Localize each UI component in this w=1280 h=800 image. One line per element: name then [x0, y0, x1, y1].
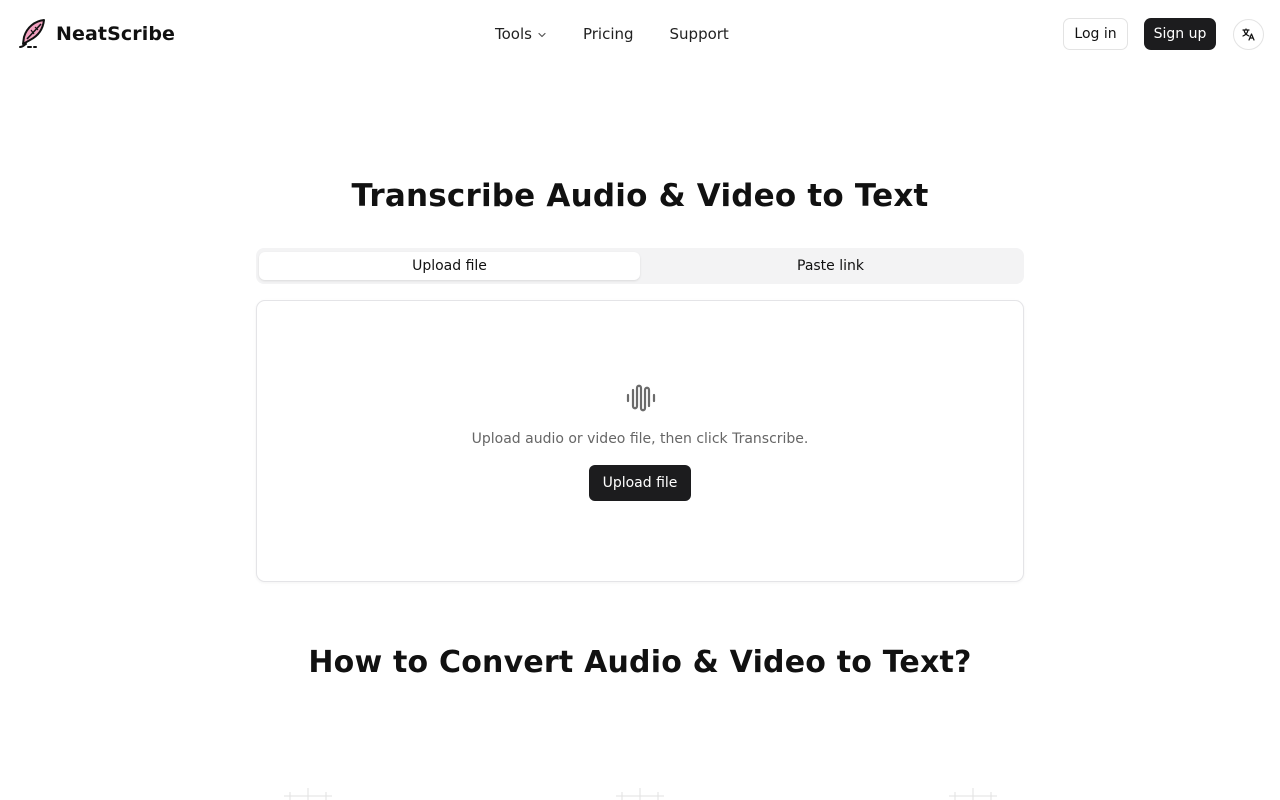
login-button[interactable]: Log in — [1063, 18, 1128, 50]
nav-item-label: Pricing — [582, 25, 634, 43]
upload-file-button[interactable]: Upload file — [589, 465, 691, 501]
nav-item-support[interactable]: Support — [670, 25, 729, 43]
main-nav: Tools Pricing Support — [495, 0, 729, 68]
hero-title: Transcribe Audio & Video to Text — [351, 178, 929, 214]
translate-icon — [1242, 28, 1255, 41]
brand-home-link[interactable]: NeatScribe — [18, 17, 175, 51]
source-tabs: Upload file Paste link — [256, 248, 1024, 284]
step-illustration — [949, 788, 997, 800]
page: NeatScribe Tools Pricing Support Log in … — [0, 0, 1280, 800]
nav-item-pricing[interactable]: Pricing — [583, 25, 634, 43]
audio-wave-icon — [626, 384, 656, 412]
step-illustration — [284, 788, 332, 800]
brand-name: NeatScribe — [56, 23, 176, 45]
how-to-title: How to Convert Audio & Video to Text? — [308, 645, 972, 680]
quill-icon — [19, 19, 45, 48]
nav-item-label: Tools — [495, 25, 532, 43]
tab-paste-link[interactable]: Paste link — [640, 252, 1021, 280]
step-illustration — [616, 788, 664, 800]
tab-upload-file[interactable]: Upload file — [259, 252, 640, 280]
nav-item-label: Support — [669, 25, 729, 43]
nav-item-tools[interactable]: Tools — [495, 25, 547, 43]
upload-dropzone[interactable]: Upload audio or video file, then click T… — [256, 300, 1024, 582]
chevron-down-icon — [538, 32, 546, 38]
top-header: NeatScribe Tools Pricing Support Log in … — [0, 0, 1280, 68]
upload-hint: Upload audio or video file, then click T… — [471, 431, 809, 447]
language-button[interactable] — [1233, 19, 1264, 50]
signup-button[interactable]: Sign up — [1144, 18, 1216, 50]
